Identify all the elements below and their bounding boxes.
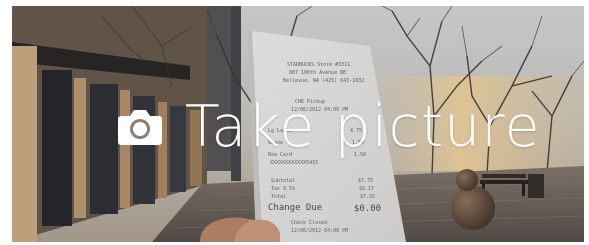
take-picture-prompt[interactable]: Take picture [117,92,541,162]
glass-camera-screen: STARBUCKS Store #3311 807 108th Avenue N… [12,6,584,242]
take-picture-label: Take picture [185,93,541,160]
camera-icon [118,110,162,145]
